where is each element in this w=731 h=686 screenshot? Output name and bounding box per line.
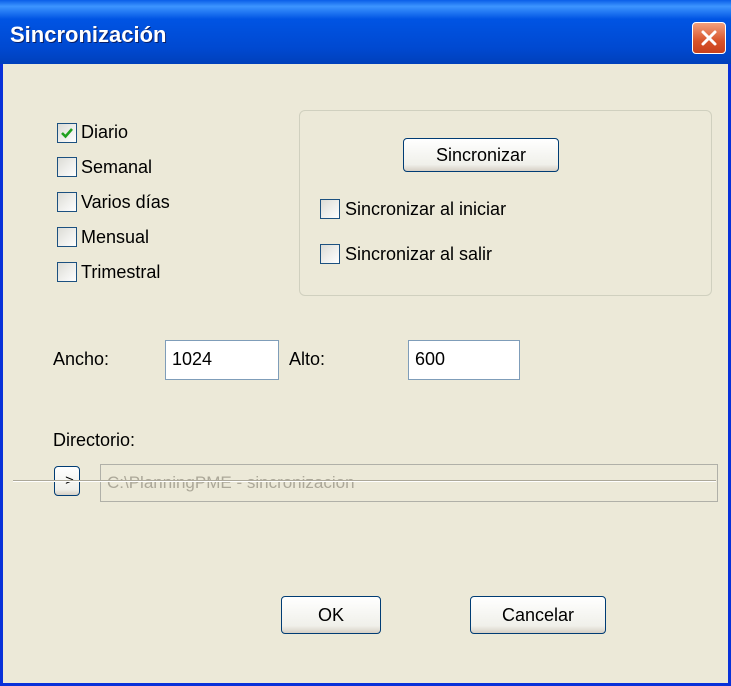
- ok-button[interactable]: OK: [281, 596, 381, 634]
- checkbox-several-days[interactable]: [57, 192, 77, 212]
- width-input[interactable]: 1024: [165, 340, 279, 380]
- checkbox-sync-on-exit-label[interactable]: Sincronizar al salir: [345, 244, 492, 265]
- directory-path-field[interactable]: C:\PlanningPME - sincronizacion: [100, 464, 718, 502]
- checkbox-weekly-label[interactable]: Semanal: [81, 157, 152, 178]
- checkbox-daily[interactable]: [57, 123, 77, 143]
- checkbox-sync-on-exit[interactable]: [320, 244, 340, 264]
- checkbox-sync-on-start-label[interactable]: Sincronizar al iniciar: [345, 199, 506, 220]
- directory-label: Directorio:: [53, 430, 136, 450]
- cancel-button[interactable]: Cancelar: [470, 596, 606, 634]
- height-label: Alto:: [289, 349, 326, 369]
- checkbox-sync-on-start[interactable]: [320, 199, 340, 219]
- checkbox-quarterly-label[interactable]: Trimestral: [81, 262, 160, 283]
- height-input[interactable]: 600: [408, 340, 520, 380]
- sync-dialog: Sincronización Diario Semanal Varios día…: [0, 0, 731, 686]
- close-button[interactable]: [692, 22, 726, 54]
- checkmark-icon: [61, 128, 73, 139]
- close-icon: [701, 30, 717, 46]
- separator-line: [13, 480, 716, 482]
- checkbox-monthly-label[interactable]: Mensual: [81, 227, 149, 248]
- dialog-body: Diario Semanal Varios días Mensual Trime…: [3, 64, 728, 683]
- checkbox-monthly[interactable]: [57, 227, 77, 247]
- sync-button[interactable]: Sincronizar: [403, 138, 559, 172]
- checkbox-quarterly[interactable]: [57, 262, 77, 282]
- dialog-title: Sincronización: [10, 22, 167, 47]
- checkbox-weekly[interactable]: [57, 157, 77, 177]
- checkbox-daily-label[interactable]: Diario: [81, 122, 128, 143]
- title-bar[interactable]: Sincronización: [0, 0, 731, 64]
- width-label: Ancho:: [53, 349, 110, 369]
- checkbox-several-days-label[interactable]: Varios días: [81, 192, 170, 213]
